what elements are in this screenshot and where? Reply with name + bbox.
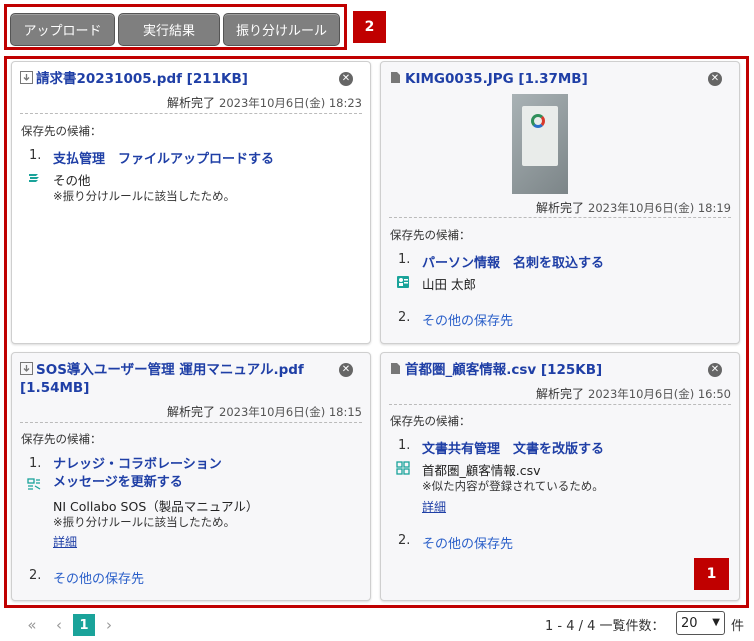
file-icon <box>391 363 400 374</box>
knowledge-icon <box>27 478 41 490</box>
per-page-select[interactable]: 20 ▼ <box>676 611 725 635</box>
result-card-3: SOS導入ユーザー管理 運用マニュアル.pdf [1.54MB] ✕ 解析完了 20… <box>11 352 371 601</box>
tab-group-frame: アップロード 実行結果 振り分けルール <box>4 4 347 50</box>
other-destination-link[interactable]: その他の保存先 <box>422 533 513 552</box>
other-destination-link[interactable]: その他の保存先 <box>53 568 144 587</box>
download-icon <box>20 71 33 84</box>
close-icon[interactable]: ✕ <box>708 72 722 86</box>
candidate-note: ※振り分けルールに該当したため。 <box>53 189 236 203</box>
annotation-marker-2: 2 <box>353 11 386 43</box>
candidate-value: 山田 太郎 <box>422 277 476 292</box>
pagination-bar: « ‹ 1 › 1 - 4 / 4 一覧件数： 20 ▼ 件 <box>0 611 754 639</box>
candidate-value: その他 <box>53 173 91 188</box>
annotation-marker-1: 1 <box>694 558 729 590</box>
close-icon[interactable]: ✕ <box>339 72 353 86</box>
candidate-link[interactable]: ナレッジ・コラボレーション メッセージを更新する <box>53 456 222 492</box>
candidate-link[interactable]: 文書共有管理 文書を改版する <box>422 438 604 457</box>
prev-page-button[interactable]: ‹ <box>52 614 66 636</box>
candidates-heading: 保存先の候補： <box>390 414 471 428</box>
stack-icon <box>29 174 39 182</box>
person-card-icon <box>397 276 409 288</box>
page-summary: 1 - 4 / 4 一覧件数： <box>545 619 665 634</box>
candidate-link[interactable]: 支払管理 ファイルアップロードする <box>53 148 274 167</box>
file-name[interactable]: 請求書20231005.pdf [211KB] <box>20 70 248 88</box>
file-name[interactable]: KIMG0035.JPG [1.37MB] <box>389 70 588 88</box>
detail-link[interactable]: 詳細 <box>422 498 446 515</box>
thumbnail-image[interactable] <box>512 94 568 194</box>
divider <box>389 217 731 218</box>
candidate-number: 1. <box>29 456 42 471</box>
candidate-number: 1. <box>398 252 411 267</box>
candidate-number: 2. <box>29 568 42 583</box>
chevron-down-icon: ▼ <box>712 617 720 628</box>
result-card-2: KIMG0035.JPG [1.37MB] ✕ 解析完了 2023年10月6日(金… <box>380 61 740 344</box>
status-line: 解析完了 2023年10月6日(金) 16:50 <box>535 387 731 401</box>
document-icon <box>396 461 410 475</box>
candidate-number: 1. <box>398 438 411 453</box>
candidate-number: 2. <box>398 310 411 325</box>
divider <box>20 422 362 423</box>
candidates-heading: 保存先の候補： <box>390 228 471 242</box>
results-tab-button[interactable]: 実行結果 <box>118 13 220 46</box>
candidate-value: NI Collabo SOS（製品マニュアル） <box>53 499 259 514</box>
current-page-button[interactable]: 1 <box>73 614 95 636</box>
other-destination-link[interactable]: その他の保存先 <box>422 310 513 329</box>
divider <box>389 404 731 405</box>
first-page-button[interactable]: « <box>24 614 40 636</box>
results-frame: 請求書20231005.pdf [211KB] ✕ 解析完了 2023年10月6日… <box>4 56 749 608</box>
candidate-number: 2. <box>398 533 411 548</box>
close-icon[interactable]: ✕ <box>339 363 353 377</box>
result-card-1: 請求書20231005.pdf [211KB] ✕ 解析完了 2023年10月6日… <box>11 61 371 344</box>
file-name[interactable]: 首都圏_顧客情報.csv [125KB] <box>389 361 602 379</box>
divider <box>20 113 362 114</box>
candidate-value: 首都圏_顧客情報.csv <box>422 463 541 478</box>
candidates-heading: 保存先の候補： <box>21 432 102 446</box>
upload-tab-button[interactable]: アップロード <box>10 13 115 46</box>
download-icon <box>20 362 33 375</box>
candidate-note: ※似た内容が登録されているため。 <box>422 479 604 493</box>
file-icon <box>391 72 400 83</box>
candidate-number: 1. <box>29 148 42 163</box>
rules-tab-button[interactable]: 振り分けルール <box>223 13 340 46</box>
status-line: 解析完了 2023年10月6日(金) 18:23 <box>166 96 362 110</box>
file-name[interactable]: SOS導入ユーザー管理 運用マニュアル.pdf [1.54MB] <box>20 361 335 397</box>
per-page-unit: 件 <box>731 619 745 634</box>
candidates-heading: 保存先の候補： <box>21 124 102 138</box>
next-page-button[interactable]: › <box>102 614 116 636</box>
detail-link[interactable]: 詳細 <box>53 533 77 550</box>
result-card-4: 首都圏_顧客情報.csv [125KB] ✕ 解析完了 2023年10月6日(金)… <box>380 352 740 601</box>
candidate-note: ※振り分けルールに該当したため。 <box>53 515 236 529</box>
status-line: 解析完了 2023年10月6日(金) 18:15 <box>166 405 362 419</box>
close-icon[interactable]: ✕ <box>708 363 722 377</box>
candidate-link[interactable]: パーソン情報 名刺を取込する <box>422 252 604 271</box>
status-line: 解析完了 2023年10月6日(金) 18:19 <box>535 201 731 215</box>
